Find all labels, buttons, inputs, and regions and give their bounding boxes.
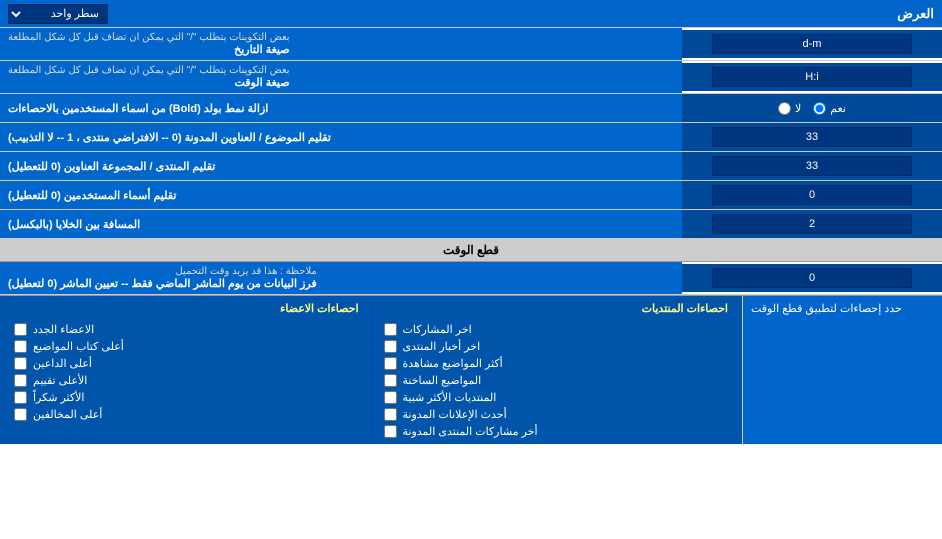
time-format-input[interactable]: H:i [712,67,912,87]
stats-col-members: احصاءات الاعضاء الاعضاء الجدد أعلى كتاب … [6,302,367,438]
time-format-label: بعض التكوينات يتطلب "/" التي يمكن ان تضا… [0,61,682,93]
main-container: العرض سطر واحد سطرين ثلاثة أسطر d-m بعض … [0,0,942,444]
stat-member-4-check[interactable] [14,374,27,387]
cutoff-input[interactable]: 0 [712,268,912,288]
time-format-row: H:i بعض التكوينات يتطلب "/" التي يمكن ان… [0,61,942,94]
username-trim-input-cell: 0 [682,181,942,209]
username-trim-input[interactable]: 0 [712,185,912,205]
stats-col-forums: احصاءات المنتديات اخر المشاركات اخر أخبا… [376,302,737,438]
stat-forum-5: المنتديات الأكثر شبية [384,391,729,404]
topic-order-input-cell: 33 [682,123,942,151]
date-format-input[interactable]: d-m [712,34,912,54]
stats-section: حدد إحصاءات لتطبيق قطع الوقت احصاءات الم… [0,295,942,444]
stats-col2-header: احصاءات الاعضاء [14,302,359,315]
bold-radio-no[interactable] [778,102,791,115]
stat-member-1: الاعضاء الجدد [14,323,359,336]
stat-forum-4-check[interactable] [384,374,397,387]
topic-order-row: 33 تقليم الموضوع / العناوين المدونة (0 -… [0,123,942,152]
stat-forum-1-check[interactable] [384,323,397,336]
forum-group-order-row: 33 تقليم المنتدى / المجموعة العناوين (0 … [0,152,942,181]
forum-group-order-input[interactable]: 33 [712,156,912,176]
bold-radio-group: نعم لا [682,94,942,122]
stat-member-1-check[interactable] [14,323,27,336]
stat-forum-7-check[interactable] [384,425,397,438]
date-format-input-cell: d-m [682,30,942,58]
date-format-label: بعض التكوينات يتطلب "/" التي يمكن ان تضا… [0,28,682,60]
time-format-input-cell: H:i [682,63,942,91]
stat-forum-4: المواضيع الساخنة [384,374,729,387]
stat-member-4: الأعلى تقييم [14,374,359,387]
stats-divider [371,302,372,438]
cutoff-row: 0 ملاحظة : هذا قد يزيد وقت التحميل فرز ا… [0,262,942,295]
bold-usernames-label: ازالة نمط بولد (Bold) من اسماء المستخدمي… [0,94,682,122]
stat-member-6: أعلى المخالفين [14,408,359,421]
stat-forum-2: اخر أخبار المنتدى [384,340,729,353]
topic-order-label: تقليم الموضوع / العناوين المدونة (0 -- ا… [0,123,682,151]
stat-member-3: أعلى الداعين [14,357,359,370]
forum-group-order-input-cell: 33 [682,152,942,180]
cell-spacing-label: المسافة بين الخلايا (بالبكسل) [0,210,682,238]
bold-radio-yes[interactable] [813,102,826,115]
stat-forum-5-check[interactable] [384,391,397,404]
username-trim-label: تقليم أسماء المستخدمين (0 للتعطيل) [0,181,682,209]
stat-member-3-check[interactable] [14,357,27,370]
username-trim-row: 0 تقليم أسماء المستخدمين (0 للتعطيل) [0,181,942,210]
stat-forum-3: أكثر المواضيع مشاهدة [384,357,729,370]
display-select[interactable]: سطر واحد سطرين ثلاثة أسطر [8,4,108,24]
stat-member-2-check[interactable] [14,340,27,353]
cutoff-label: ملاحظة : هذا قد يزيد وقت التحميل فرز الب… [0,262,682,294]
stat-forum-7: أخر مشاركات المنتدى المدونة [384,425,729,438]
stat-forum-3-check[interactable] [384,357,397,370]
stat-forum-1: اخر المشاركات [384,323,729,336]
header-row: العرض سطر واحد سطرين ثلاثة أسطر [0,0,942,28]
forum-group-order-label: تقليم المنتدى / المجموعة العناوين (0 للت… [0,152,682,180]
stats-col1-header: احصاءات المنتديات [384,302,729,315]
header-label: العرض [897,6,934,22]
cell-spacing-input[interactable]: 2 [712,214,912,234]
cutoff-section-header: قطع الوقت [0,239,942,262]
cutoff-input-cell: 0 [682,264,942,292]
topic-order-input[interactable]: 33 [712,127,912,147]
stats-checkboxes: احصاءات المنتديات اخر المشاركات اخر أخبا… [0,296,742,444]
bold-usernames-row: نعم لا ازالة نمط بولد (Bold) من اسماء ال… [0,94,942,123]
stat-member-5: الأكثر شكراً [14,391,359,404]
stat-forum-6: أحدث الإعلانات المدونة [384,408,729,421]
bold-radio-yes-label[interactable]: نعم [813,102,846,115]
stat-forum-6-check[interactable] [384,408,397,421]
cell-spacing-row: 2 المسافة بين الخلايا (بالبكسل) [0,210,942,239]
stats-section-label: حدد إحصاءات لتطبيق قطع الوقت [742,296,942,444]
bold-radio-no-label[interactable]: لا [778,102,801,115]
cell-spacing-input-cell: 2 [682,210,942,238]
date-format-row: d-m بعض التكوينات يتطلب "/" التي يمكن ان… [0,28,942,61]
stat-member-6-check[interactable] [14,408,27,421]
stat-member-2: أعلى كتاب المواضيع [14,340,359,353]
stat-member-5-check[interactable] [14,391,27,404]
stat-forum-2-check[interactable] [384,340,397,353]
